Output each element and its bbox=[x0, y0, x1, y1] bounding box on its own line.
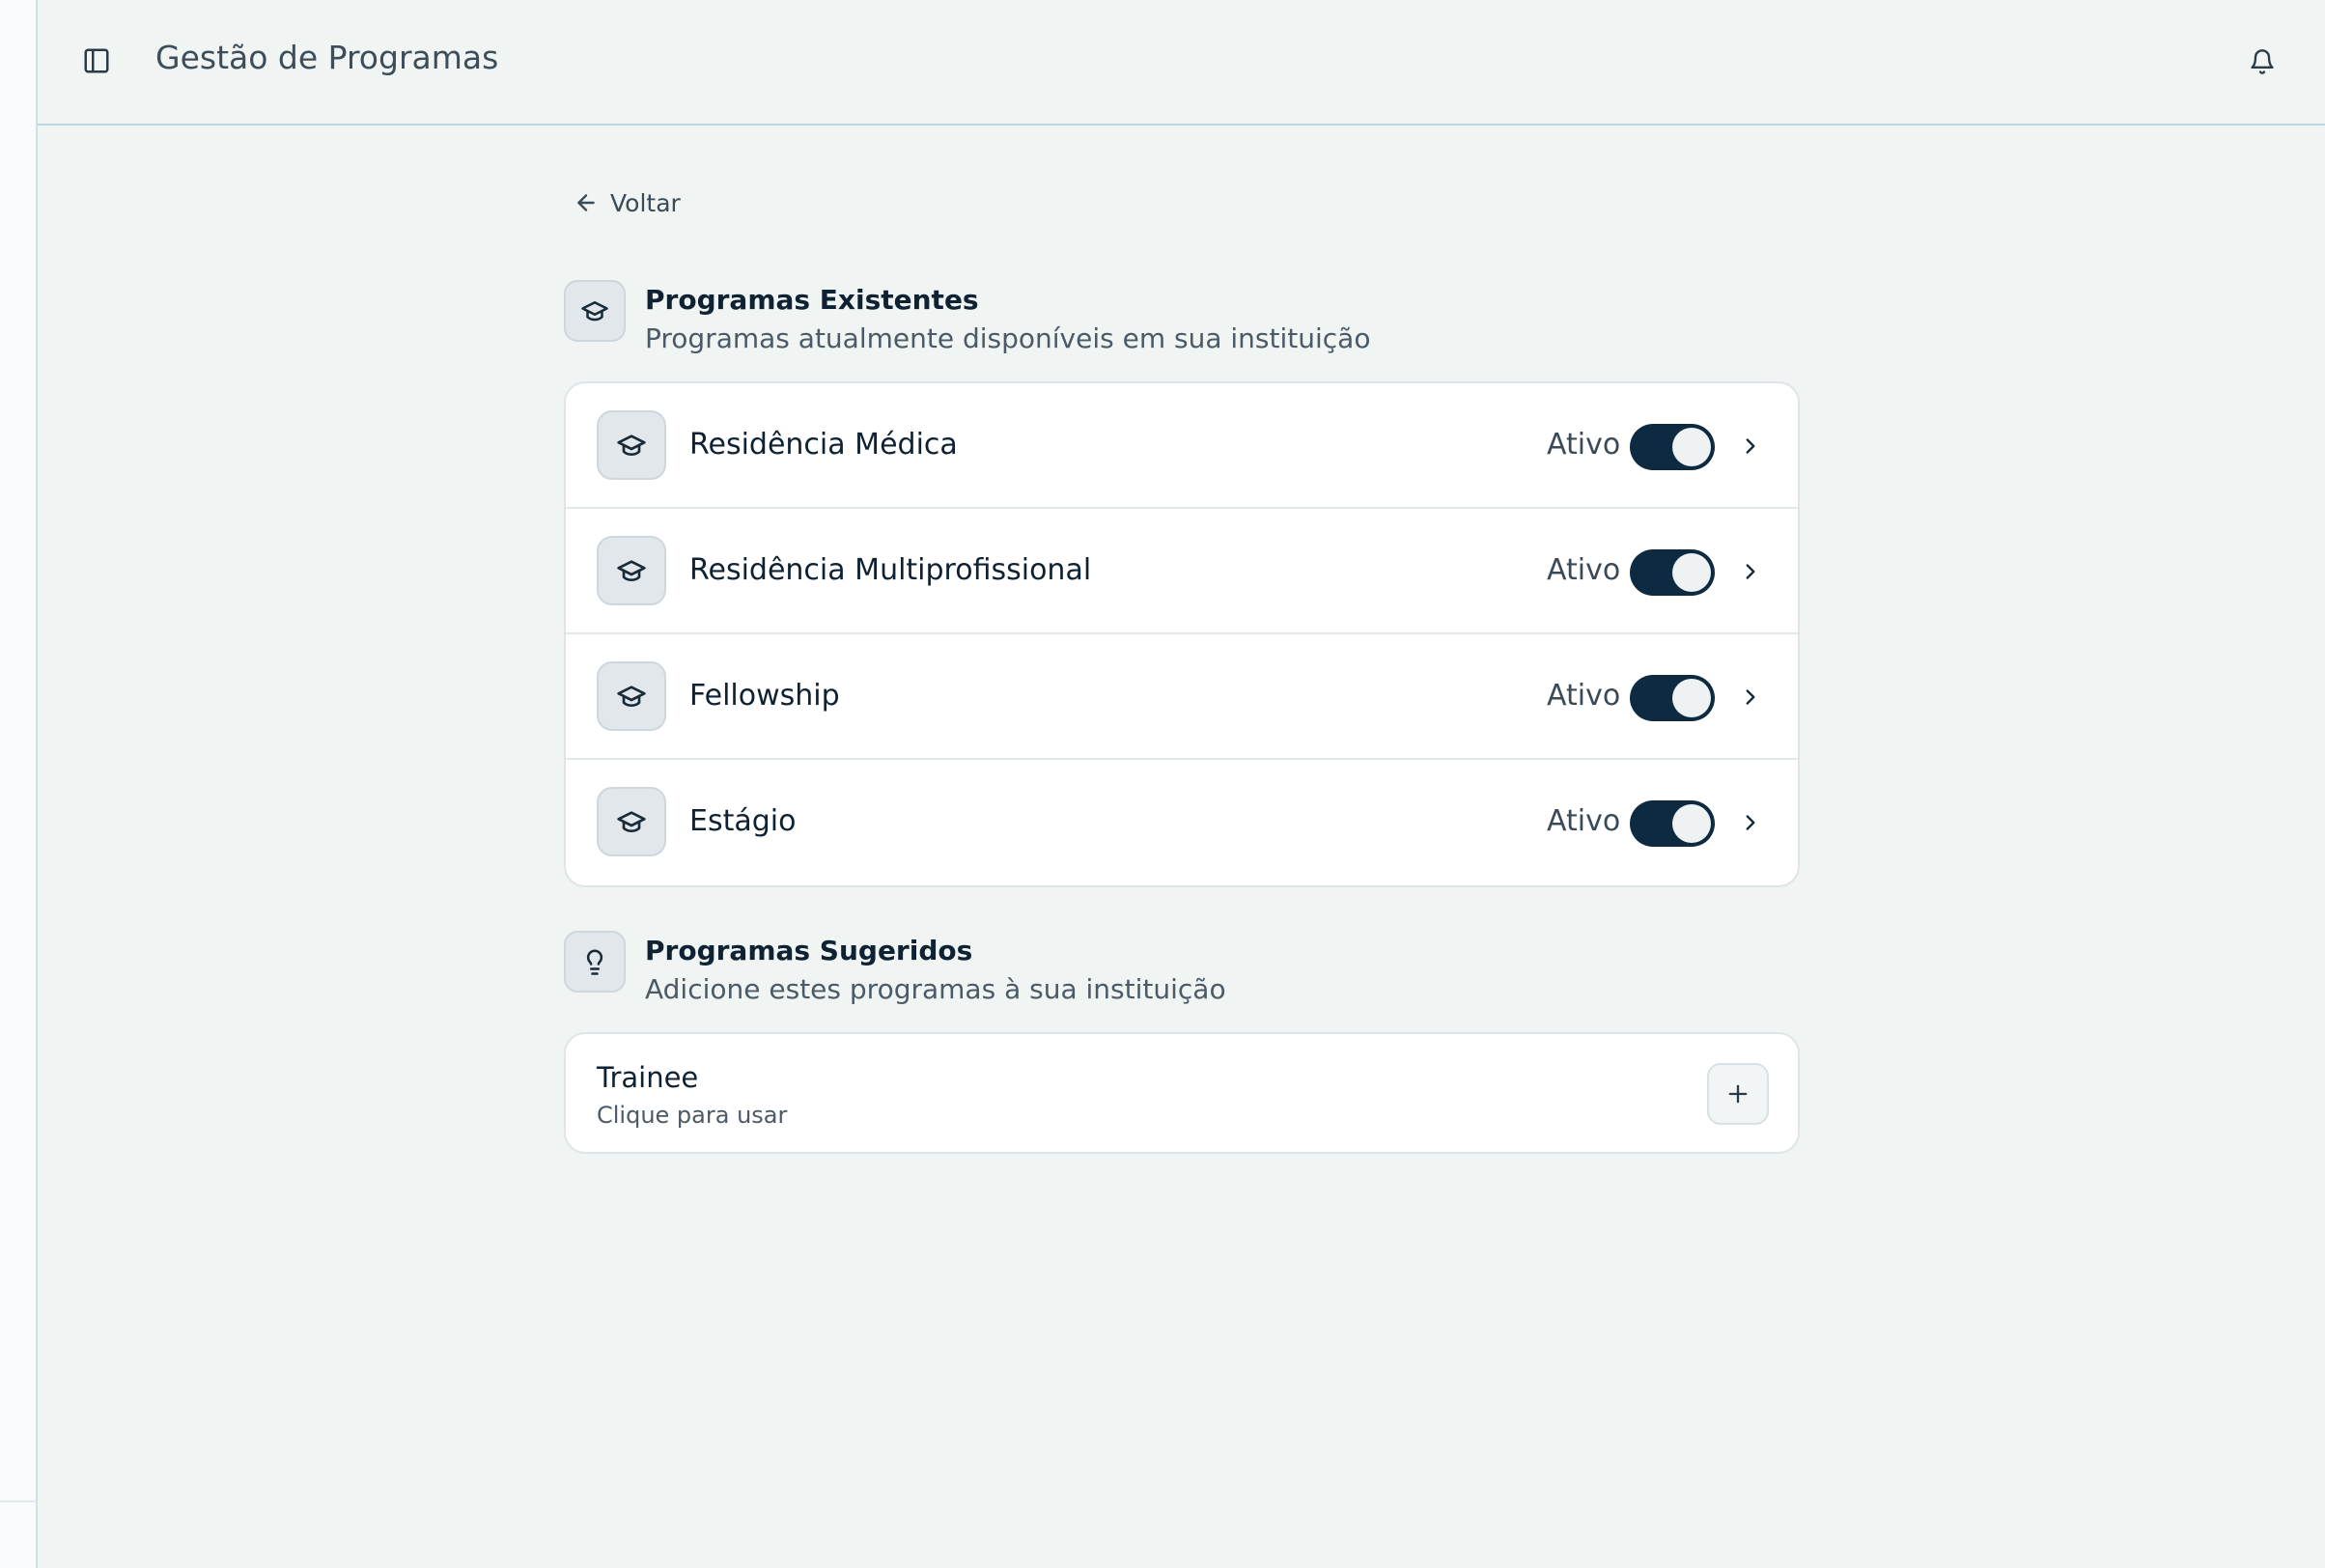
program-active-toggle[interactable] bbox=[1630, 675, 1715, 721]
section-title: Programas Sugeridos bbox=[645, 935, 973, 966]
arrow-left-icon bbox=[577, 194, 595, 211]
suggested-programs-header: Programas Sugeridos Adicione estes progr… bbox=[564, 931, 1800, 1018]
section-subtitle: Adicione estes programas à sua instituiç… bbox=[645, 973, 1226, 1005]
section-subtitle: Programas atualmente disponíveis em sua … bbox=[645, 322, 1371, 354]
program-row[interactable]: Residência Multiprofissional Ativo bbox=[566, 509, 1798, 634]
chevron-right-icon bbox=[1746, 689, 1755, 705]
suggested-program-name: Trainee bbox=[597, 1061, 699, 1094]
graduation-cap-icon bbox=[581, 301, 608, 322]
program-status: Ativo bbox=[1547, 679, 1621, 713]
row-open-button[interactable] bbox=[1736, 683, 1765, 712]
program-status: Ativo bbox=[1547, 428, 1621, 462]
program-icon bbox=[597, 787, 666, 856]
program-icon bbox=[597, 661, 666, 731]
chevron-right-icon bbox=[1746, 438, 1755, 454]
graduation-cap-icon bbox=[617, 686, 646, 707]
toggle-knob bbox=[1672, 553, 1711, 592]
program-name: Estágio bbox=[689, 804, 797, 838]
section-title: Programas Existentes bbox=[645, 284, 979, 316]
graduation-cap-icon bbox=[617, 434, 646, 456]
graduation-cap-icon bbox=[617, 560, 646, 581]
plus-icon bbox=[1728, 1084, 1748, 1104]
section-icon bbox=[564, 280, 626, 342]
section-icon bbox=[564, 931, 626, 993]
program-row[interactable]: Estágio Ativo bbox=[566, 760, 1798, 885]
toggle-knob bbox=[1672, 428, 1711, 466]
program-status: Ativo bbox=[1547, 553, 1621, 587]
sidebar-panel-icon bbox=[84, 48, 109, 73]
sidebar-toggle-button[interactable] bbox=[78, 42, 115, 79]
graduation-cap-icon bbox=[617, 811, 646, 832]
program-icon bbox=[597, 536, 666, 605]
top-bar: Gestão de Programas bbox=[38, 0, 2325, 126]
program-name: Residência Multiprofissional bbox=[689, 553, 1092, 587]
program-active-toggle[interactable] bbox=[1630, 800, 1715, 847]
notifications-button[interactable] bbox=[2243, 42, 2282, 81]
program-active-toggle[interactable] bbox=[1630, 424, 1715, 470]
toggle-knob bbox=[1672, 804, 1711, 843]
chevron-right-icon bbox=[1746, 564, 1755, 579]
add-program-button[interactable] bbox=[1707, 1063, 1769, 1125]
left-rail bbox=[0, 0, 38, 1568]
suggested-program-hint: Clique para usar bbox=[597, 1102, 788, 1129]
row-open-button[interactable] bbox=[1736, 432, 1765, 461]
back-label: Voltar bbox=[610, 188, 681, 217]
program-name: Residência Médica bbox=[689, 428, 958, 462]
back-link[interactable]: Voltar bbox=[574, 183, 681, 222]
program-icon bbox=[597, 410, 666, 480]
existing-programs-header: Programas Existentes Programas atualment… bbox=[564, 280, 1800, 367]
existing-programs-list: Residência Médica Ativo Residência Multi… bbox=[564, 381, 1800, 887]
program-status: Ativo bbox=[1547, 804, 1621, 838]
program-row[interactable]: Residência Médica Ativo bbox=[566, 383, 1798, 509]
program-name: Fellowship bbox=[689, 679, 840, 713]
chevron-right-icon bbox=[1746, 815, 1755, 830]
program-active-toggle[interactable] bbox=[1630, 549, 1715, 596]
bell-icon bbox=[2251, 49, 2274, 74]
program-row[interactable]: Fellowship Ativo bbox=[566, 634, 1798, 760]
row-open-button[interactable] bbox=[1736, 808, 1765, 837]
suggested-program-item[interactable]: Trainee Clique para usar bbox=[564, 1032, 1800, 1154]
lightbulb-icon bbox=[586, 949, 603, 975]
toggle-knob bbox=[1672, 679, 1711, 717]
row-open-button[interactable] bbox=[1736, 557, 1765, 586]
page-title: Gestão de Programas bbox=[155, 39, 499, 76]
rail-divider bbox=[0, 1500, 37, 1502]
